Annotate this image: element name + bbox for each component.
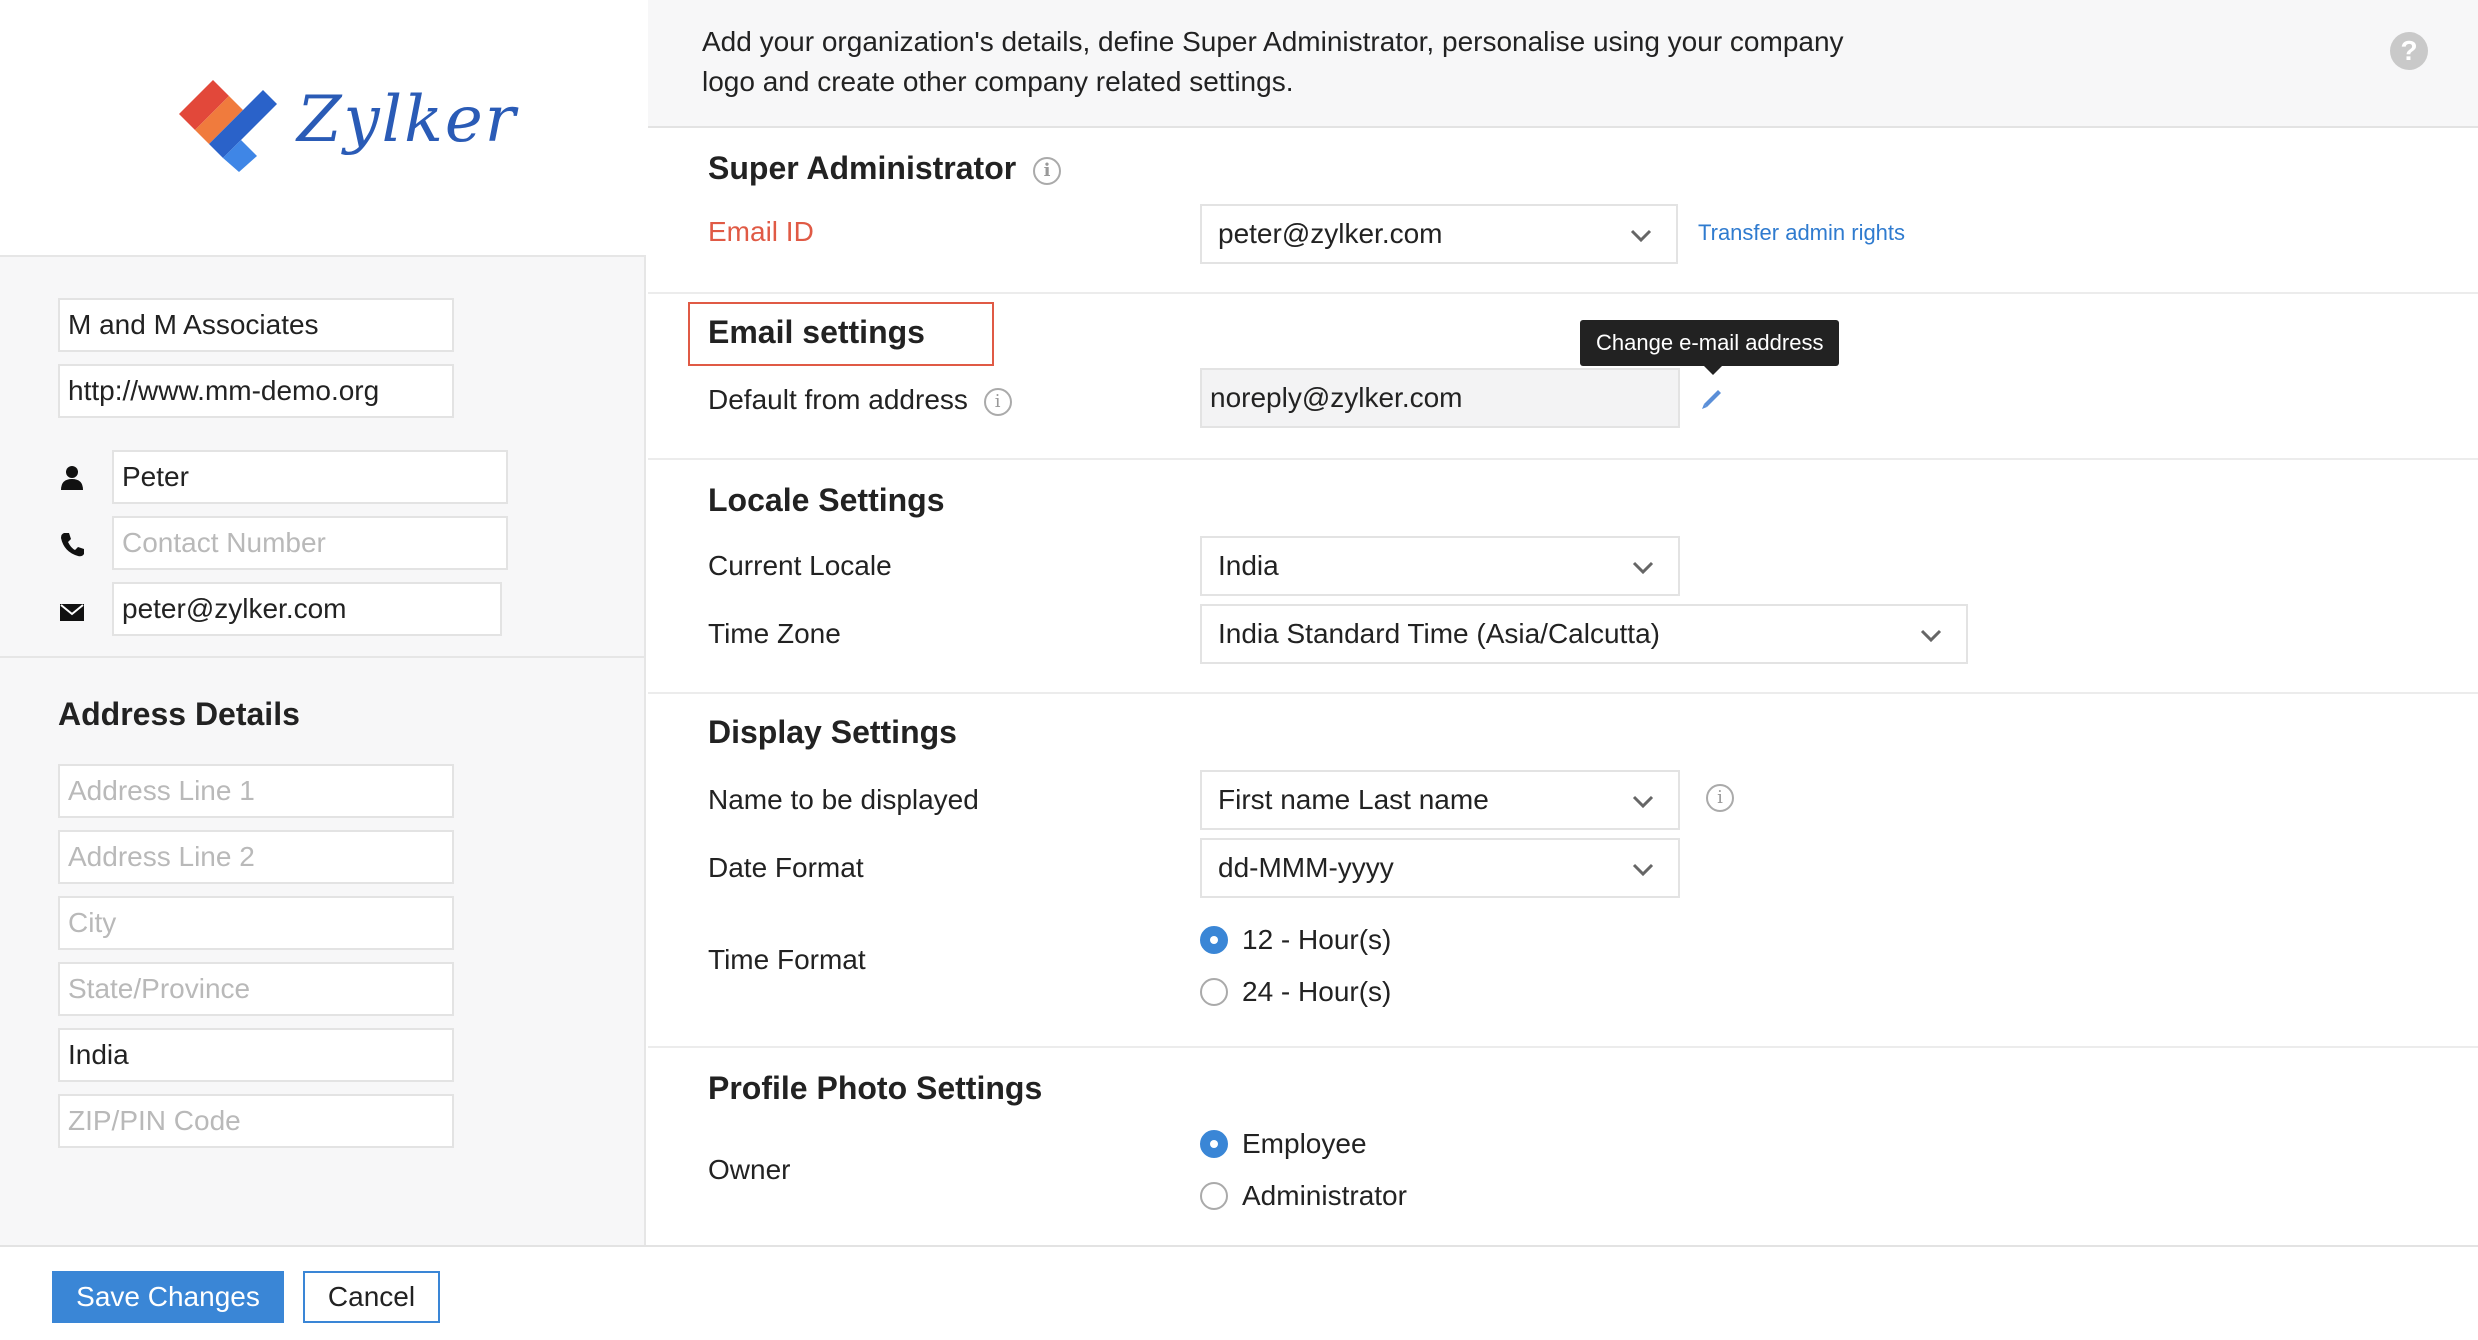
zip-input[interactable]: ZIP/PIN Code (58, 1094, 454, 1148)
profile-photo-title: Profile Photo Settings (708, 1070, 1043, 1106)
mail-icon (60, 604, 84, 621)
name-display-select[interactable]: First name Last name (1200, 770, 1680, 830)
owner-employee-label: Employee (1242, 1128, 1367, 1159)
save-changes-button[interactable]: Save Changes (52, 1271, 284, 1323)
country-input[interactable]: India (58, 1028, 454, 1082)
radio-unselected-icon (1200, 978, 1228, 1006)
date-format-select[interactable]: dd-MMM-yyyy (1200, 838, 1680, 898)
chevron-down-icon (1920, 629, 1942, 643)
profile-photo-section: Profile Photo Settings Owner Employee Ad… (648, 1048, 2478, 1245)
super-admin-title: Super Administrator i (708, 150, 1062, 187)
chevron-down-icon (1632, 863, 1654, 877)
change-email-tooltip: Change e-mail address (1580, 320, 1840, 366)
person-icon (61, 466, 83, 490)
contact-number-input[interactable]: Contact Number (112, 516, 508, 570)
contact-name-input[interactable]: Peter (112, 450, 508, 504)
zylker-logo-icon (179, 80, 277, 172)
website-input[interactable]: http://www.mm-demo.org (58, 364, 454, 418)
display-settings-section: Display Settings Name to be displayed Fi… (648, 694, 2478, 1048)
display-settings-title: Display Settings (708, 714, 957, 750)
city-input[interactable]: City (58, 896, 454, 950)
chevron-down-icon (1632, 795, 1654, 809)
address-line2-input[interactable]: Address Line 2 (58, 830, 454, 884)
time-format-label: Time Format (708, 944, 866, 975)
intro-banner: Add your organization's details, define … (648, 0, 2478, 128)
logo-area: Zylker (0, 0, 646, 257)
default-from-value: noreply@zylker.com (1200, 368, 1680, 428)
super-admin-email-value: peter@zylker.com (1218, 218, 1443, 249)
footer-bar: Save Changes Cancel (0, 1245, 2478, 1340)
address-details-heading: Address Details (58, 696, 300, 732)
locale-settings-section: Locale Settings Current Locale India Tim… (648, 460, 2478, 694)
tooltip-arrow (1704, 366, 1722, 375)
logo-text: Zylker (297, 83, 518, 157)
contact-email-input[interactable]: peter@zylker.com (112, 582, 502, 636)
company-logo[interactable]: Zylker (165, 68, 517, 172)
phone-icon (61, 533, 84, 557)
owner-administrator-radio[interactable]: Administrator (1200, 1180, 1407, 1212)
intro-text: Add your organization's details, define … (702, 26, 1844, 97)
cancel-button[interactable]: Cancel (303, 1271, 440, 1323)
super-admin-title-text: Super Administrator (708, 150, 1017, 186)
email-settings-section: Email settings Default from address i no… (648, 294, 2478, 460)
super-admin-email-select[interactable]: peter@zylker.com (1200, 204, 1678, 264)
current-locale-label: Current Locale (708, 550, 892, 581)
date-format-value: dd-MMM-yyyy (1218, 852, 1394, 883)
help-icon[interactable]: ? (2390, 32, 2428, 70)
transfer-admin-rights-link[interactable]: Transfer admin rights (1698, 220, 1905, 246)
chevron-down-icon (1630, 229, 1652, 243)
owner-administrator-label: Administrator (1242, 1180, 1407, 1211)
chevron-down-icon (1632, 561, 1654, 575)
default-from-info-icon[interactable]: i (983, 387, 1012, 416)
date-format-label: Date Format (708, 852, 864, 883)
super-admin-info-icon[interactable]: i (1033, 156, 1062, 185)
name-display-label: Name to be displayed (708, 784, 979, 815)
address-line1-input[interactable]: Address Line 1 (58, 764, 454, 818)
radio-unselected-icon (1200, 1182, 1228, 1210)
sidebar-divider (0, 656, 646, 658)
email-id-label: Email ID (708, 216, 814, 247)
name-display-value: First name Last name (1218, 784, 1489, 815)
time-zone-value: India Standard Time (Asia/Calcutta) (1218, 618, 1660, 649)
time-zone-label: Time Zone (708, 618, 841, 649)
owner-employee-radio[interactable]: Employee (1200, 1128, 1367, 1160)
super-admin-section: Super Administrator i Email ID peter@zyl… (648, 130, 2478, 294)
default-from-label: Default from address i (708, 384, 1012, 416)
time-format-12-label: 12 - Hour(s) (1242, 924, 1392, 955)
edit-pencil-icon[interactable] (1698, 384, 1726, 412)
time-zone-select[interactable]: India Standard Time (Asia/Calcutta) (1200, 604, 1968, 664)
name-display-info-icon[interactable]: i (1706, 784, 1734, 812)
main-content: Add your organization's details, define … (648, 0, 2478, 1245)
default-from-label-text: Default from address (708, 384, 968, 415)
locale-settings-title: Locale Settings (708, 482, 945, 518)
org-name-input[interactable]: M and M Associates (58, 298, 454, 352)
sidebar: Zylker M and M Associates http://www.mm-… (0, 0, 646, 1245)
time-format-24-label: 24 - Hour(s) (1242, 976, 1392, 1007)
radio-selected-icon (1200, 926, 1228, 954)
radio-selected-icon (1200, 1130, 1228, 1158)
time-format-12-radio[interactable]: 12 - Hour(s) (1200, 924, 1391, 956)
time-format-24-radio[interactable]: 24 - Hour(s) (1200, 976, 1391, 1008)
state-input[interactable]: State/Province (58, 962, 454, 1016)
current-locale-select[interactable]: India (1200, 536, 1680, 596)
owner-label: Owner (708, 1154, 791, 1185)
email-settings-title: Email settings (708, 314, 925, 350)
current-locale-value: India (1218, 550, 1279, 581)
